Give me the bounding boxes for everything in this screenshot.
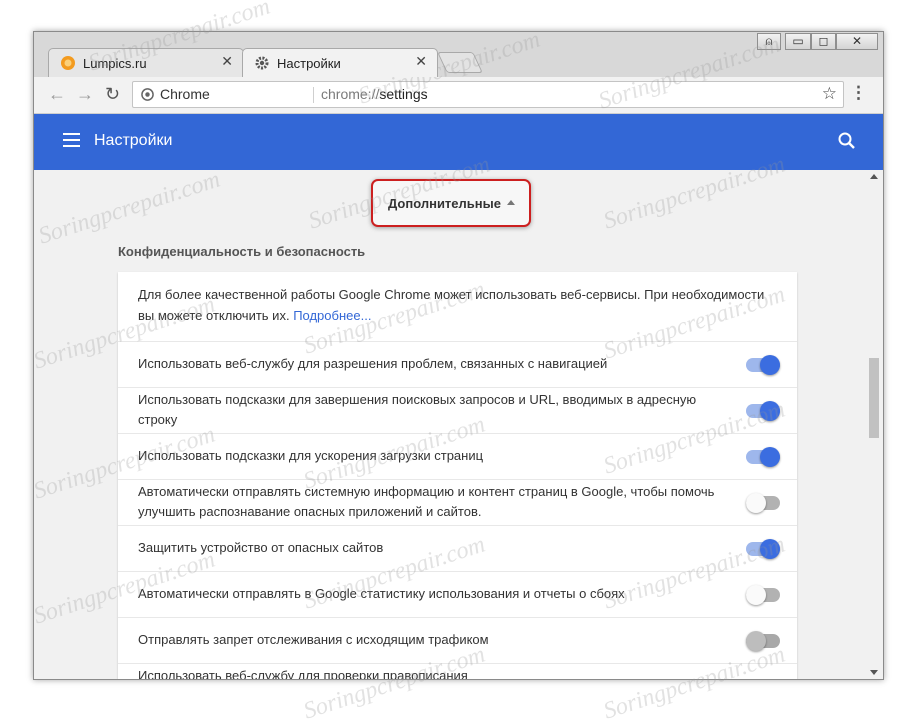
address-bar[interactable]: Chrome chrome://settings ☆ <box>132 81 844 108</box>
browser-toolbar: ← → ↻ Chrome chrome://settings ☆ ⋮ <box>34 77 883 114</box>
setting-row[interactable]: Автоматически отправлять системную инфор… <box>118 479 797 525</box>
site-chip: Chrome <box>141 86 210 102</box>
url-scheme: chrome:// <box>321 86 380 102</box>
toggle-switch[interactable] <box>746 631 780 651</box>
user-icon[interactable]: ⍝ <box>757 33 781 50</box>
setting-label: Использовать подсказки для завершения по… <box>138 392 697 427</box>
title-bar: Lumpics.ru ✕ Настройки ✕ ⍝ ▭ ◻ ✕ <box>34 32 883 77</box>
tab-title: Lumpics.ru <box>83 56 147 71</box>
scroll-down-icon[interactable] <box>870 670 878 675</box>
setting-row[interactable]: Использовать подсказки для ускорения заг… <box>118 433 797 479</box>
toggle-switch[interactable] <box>746 493 780 513</box>
toggle-switch[interactable] <box>746 355 780 375</box>
chrome-menu-icon[interactable]: ⋮ <box>850 83 867 103</box>
section-title: Конфиденциальность и безопасность <box>118 244 366 259</box>
toggle-switch[interactable] <box>746 585 780 605</box>
omnibox-separator <box>313 87 314 103</box>
setting-label: Использовать подсказки для ускорения заг… <box>138 448 484 463</box>
back-icon[interactable]: ← <box>48 84 66 105</box>
scroll-up-icon[interactable] <box>870 174 878 179</box>
chrome-icon <box>141 88 154 101</box>
setting-label: Использовать веб-службу для проверки пра… <box>138 668 468 679</box>
reload-icon[interactable]: ↻ <box>105 84 120 105</box>
search-icon[interactable] <box>836 130 858 152</box>
url-text[interactable]: chrome://settings <box>321 86 428 102</box>
bookmark-star-icon[interactable]: ☆ <box>822 84 837 104</box>
chevron-up-icon <box>507 200 515 205</box>
description-text: Для более качественной работы Google Chr… <box>138 287 765 323</box>
url-path: settings <box>379 86 428 102</box>
privacy-card: Для более качественной работы Google Chr… <box>118 272 797 679</box>
tab-close-icon[interactable]: ✕ <box>415 53 427 70</box>
toggle-switch[interactable] <box>746 401 780 421</box>
setting-label: Автоматически отправлять системную инфор… <box>138 484 715 519</box>
setting-label: Отправлять запрет отслеживания с исходящ… <box>138 632 489 647</box>
setting-row[interactable]: Защитить устройство от опасных сайтов <box>118 525 797 571</box>
settings-content: Дополнительные Конфиденциальность и безо… <box>34 170 883 679</box>
setting-row[interactable]: Использовать подсказки для завершения по… <box>118 387 797 433</box>
close-window-button[interactable]: ✕ <box>836 33 878 50</box>
tab-lumpics[interactable]: Lumpics.ru ✕ <box>48 48 244 77</box>
gear-icon <box>255 56 269 70</box>
setting-label: Защитить устройство от опасных сайтов <box>138 540 384 555</box>
setting-row[interactable]: Использовать веб-службу для проверки пра… <box>118 663 797 679</box>
setting-label: Использовать веб-службу для разрешения п… <box>138 356 608 371</box>
orange-favicon <box>61 56 75 70</box>
setting-row[interactable]: Использовать веб-службу для разрешения п… <box>118 341 797 387</box>
page-title: Настройки <box>94 132 173 149</box>
setting-row[interactable]: Отправлять запрет отслеживания с исходящ… <box>118 617 797 663</box>
toggle-switch[interactable] <box>746 447 780 467</box>
learn-more-link[interactable]: Подробнее... <box>293 308 371 323</box>
site-chip-label: Chrome <box>160 86 210 102</box>
new-tab-button[interactable] <box>437 52 483 73</box>
advanced-label: Дополнительные <box>388 196 501 211</box>
setting-label: Автоматически отправлять в Google статис… <box>138 586 625 601</box>
forward-icon[interactable]: → <box>76 84 94 105</box>
vertical-scrollbar[interactable] <box>866 170 883 679</box>
advanced-toggle-button[interactable]: Дополнительные <box>371 179 531 227</box>
browser-window: Lumpics.ru ✕ Настройки ✕ ⍝ ▭ ◻ ✕ ← → ↻ C… <box>33 31 884 680</box>
section-description: Для более качественной работы Google Chr… <box>138 284 773 326</box>
setting-row[interactable]: Автоматически отправлять в Google статис… <box>118 571 797 617</box>
hamburger-menu-icon[interactable] <box>63 133 80 147</box>
tab-close-icon[interactable]: ✕ <box>221 53 233 70</box>
tab-settings[interactable]: Настройки ✕ <box>242 48 438 77</box>
settings-header: Настройки <box>34 114 883 170</box>
restore-button[interactable]: ◻ <box>811 33 836 50</box>
tab-title: Настройки <box>277 56 341 71</box>
minimize-button[interactable]: ▭ <box>785 33 811 50</box>
scrollbar-thumb[interactable] <box>869 358 879 438</box>
toggle-switch[interactable] <box>746 539 780 559</box>
